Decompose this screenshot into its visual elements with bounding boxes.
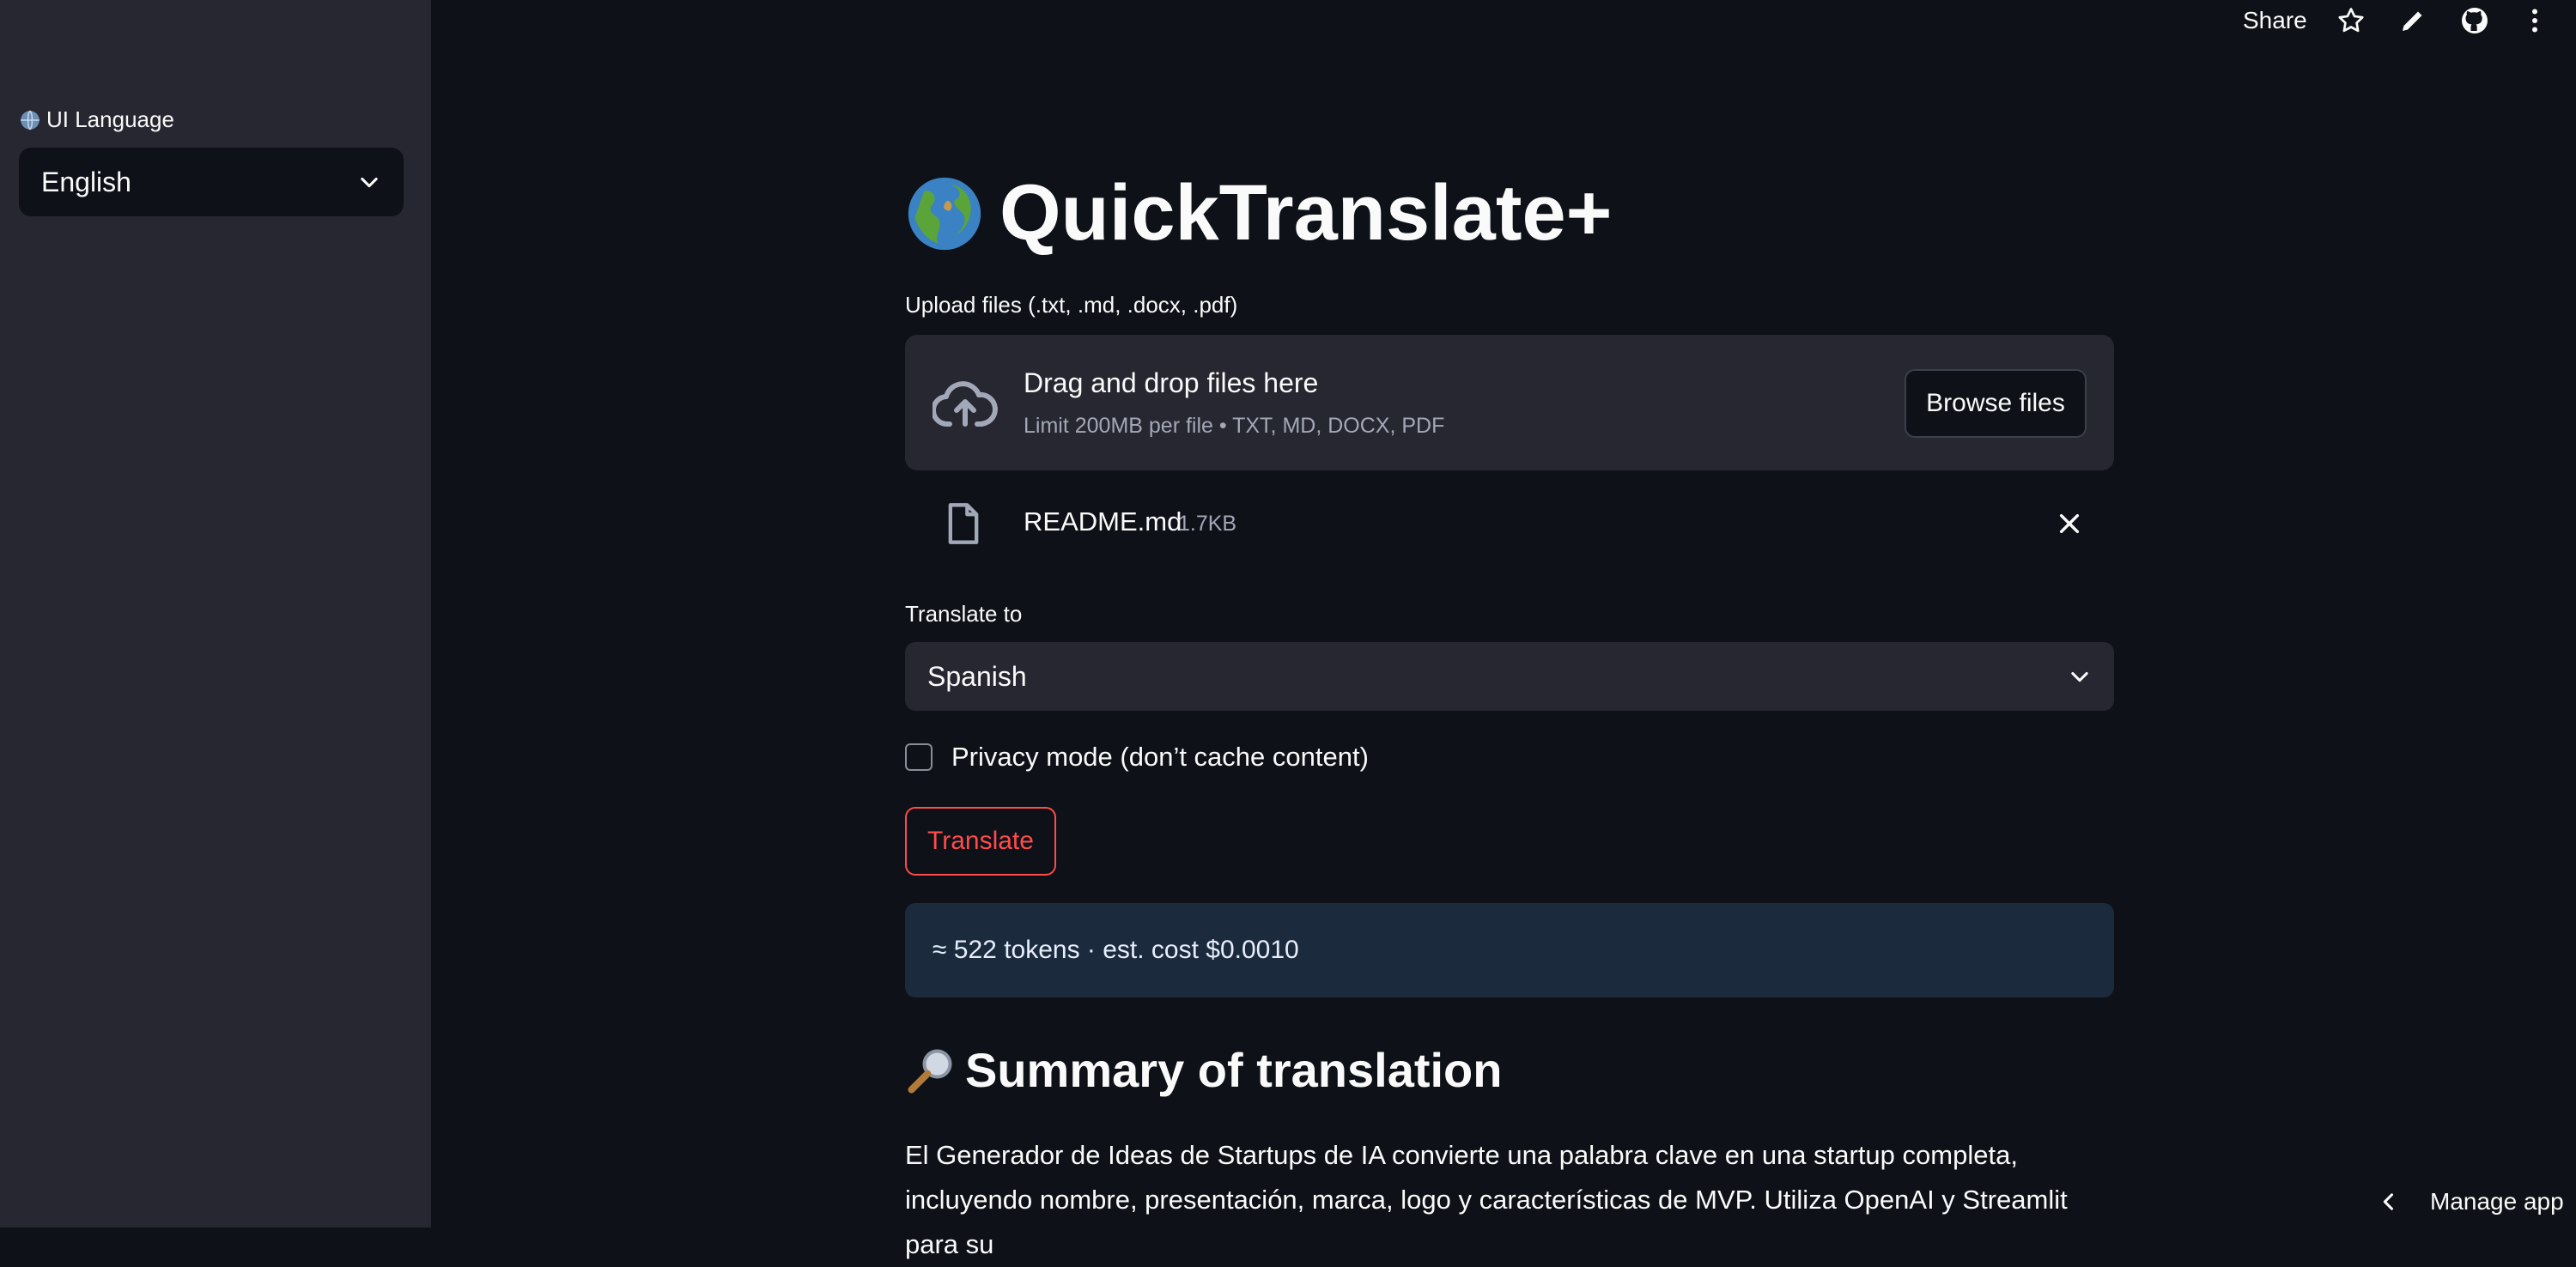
page-title-text: QuickTranslate+ <box>999 169 1613 257</box>
browse-files-button[interactable]: Browse files <box>1905 369 2087 438</box>
target-language-value: Spanish <box>927 660 1027 692</box>
ui-language-value: English <box>41 166 131 197</box>
file-dropzone[interactable]: Drag and drop files here Limit 200MB per… <box>905 335 2114 470</box>
github-button[interactable] <box>2459 0 2490 41</box>
cloud-upload-icon <box>933 381 998 427</box>
share-label: Share <box>2243 7 2307 33</box>
manage-app-button[interactable]: Manage app <box>2377 1181 2564 1222</box>
share-button[interactable]: Share <box>2243 0 2307 41</box>
chevron-down-icon <box>2071 671 2088 682</box>
sidebar: UI Language English <box>0 0 431 1228</box>
token-estimate-text: ≈ 522 tokens · est. cost $0.0010 <box>933 936 1299 964</box>
star-button[interactable] <box>2336 0 2366 41</box>
target-language-select[interactable]: Spanish <box>905 642 2114 711</box>
magnifying-glass-icon <box>908 1049 952 1093</box>
dropzone-title: Drag and drop files here <box>1024 367 1319 398</box>
ui-language-select[interactable]: English <box>19 148 404 216</box>
uploaded-file-row: README.md 1.7KB <box>905 491 2114 556</box>
chevron-left-icon <box>2383 1193 2394 1210</box>
summary-heading: Summary of translation <box>905 1042 1502 1098</box>
translate-to-label: Translate to <box>905 601 1023 627</box>
globe-icon <box>21 110 39 130</box>
more-vertical-icon <box>2532 9 2537 33</box>
summary-text: El Generador de Ideas de Startups de IA … <box>905 1140 2068 1259</box>
privacy-mode-checkbox[interactable] <box>905 743 933 771</box>
ui-language-text: UI Language <box>46 106 174 132</box>
ui-language-label: UI Language <box>19 106 174 133</box>
star-icon <box>2338 8 2364 33</box>
summary-heading-text: Summary of translation <box>965 1043 1503 1097</box>
privacy-mode-label: Privacy mode (don’t cache content) <box>951 742 1369 772</box>
main-menu-button[interactable] <box>2519 0 2550 41</box>
chevron-down-icon <box>361 177 378 188</box>
github-icon <box>2462 8 2488 33</box>
dropzone-subtitle: Limit 200MB per file • TXT, MD, DOCX, PD… <box>1024 414 1445 438</box>
upload-label: Upload files (.txt, .md, .docx, .pdf) <box>905 292 1238 318</box>
file-size: 1.7KB <box>1178 512 1237 536</box>
remove-file-icon[interactable] <box>2056 510 2083 537</box>
pencil-icon <box>2403 11 2422 31</box>
privacy-mode-option[interactable]: Privacy mode (don’t cache content) <box>905 742 1369 773</box>
page-title: QuickTranslate+ <box>905 168 1612 258</box>
translate-button[interactable]: Translate <box>905 807 1056 876</box>
manage-app-label: Manage app <box>2430 1188 2564 1215</box>
edit-button[interactable] <box>2397 0 2428 41</box>
file-name: README.md <box>1024 506 1182 537</box>
earth-globe-icon <box>908 177 981 250</box>
file-icon <box>948 503 979 544</box>
token-estimate-info: ≈ 522 tokens · est. cost $0.0010 <box>905 903 2114 997</box>
